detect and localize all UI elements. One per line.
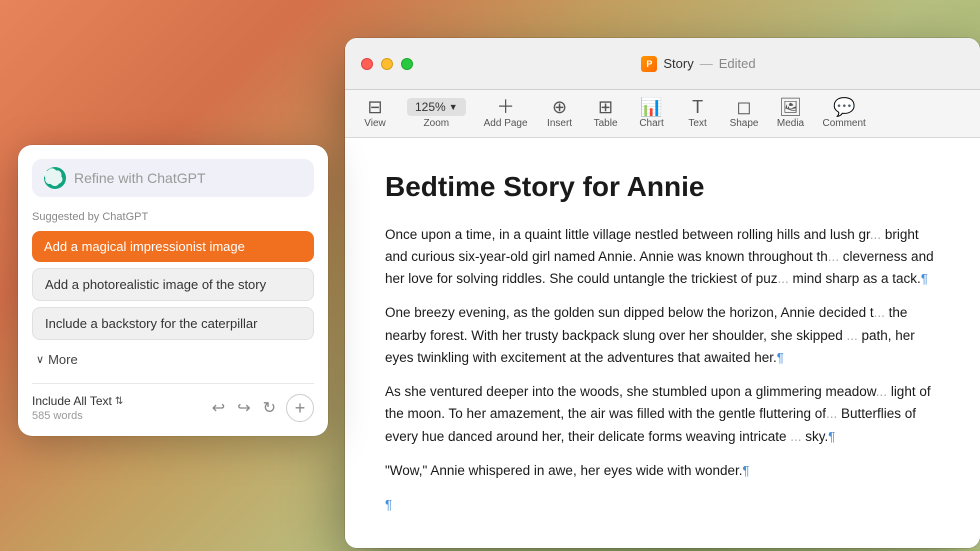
toolbar-comment[interactable]: 💬 Comment	[814, 94, 873, 133]
comment-label: Comment	[822, 118, 865, 129]
table-label: Table	[594, 118, 618, 129]
chatgpt-search-bar[interactable]: Refine with ChatGPT	[32, 159, 314, 197]
suggestion-3-text: Include a backstory for the caterpillar	[45, 316, 257, 331]
toolbar-text[interactable]: T Text	[676, 94, 720, 133]
media-label: Media	[777, 118, 804, 129]
chatgpt-panel: Refine with ChatGPT Suggested by ChatGPT…	[18, 145, 328, 436]
window-status: Edited	[719, 56, 756, 71]
pages-window: P Story — Edited ⊟ View 125% ▼ Zoom ＋ Ad…	[345, 38, 980, 548]
close-button[interactable]	[361, 58, 373, 70]
include-label: Include All Text	[32, 394, 112, 408]
paragraph-1: Once upon a time, in a quaint little vil…	[385, 224, 940, 291]
suggestion-2[interactable]: Add a photorealistic image of the story	[32, 268, 314, 301]
zoom-label: Zoom	[424, 118, 450, 129]
panel-footer: Include All Text ⇅ 585 words ↩ ↪ ↻ +	[32, 383, 314, 422]
document-title: Bedtime Story for Annie	[385, 170, 940, 204]
toolbar-add-page[interactable]: ＋ Add Page	[476, 94, 536, 133]
shape-icon: ◻	[737, 98, 752, 116]
title-bar: P Story — Edited	[345, 38, 980, 90]
add-page-label: Add Page	[484, 118, 528, 129]
include-sort-icon: ⇅	[115, 396, 123, 407]
word-count: 585 words	[32, 410, 123, 422]
traffic-lights	[361, 58, 413, 70]
text-label: Text	[688, 118, 706, 129]
toolbar-zoom[interactable]: 125% ▼ Zoom	[399, 94, 474, 133]
title-area: P Story — Edited	[433, 56, 964, 72]
view-icon: ⊟	[367, 98, 382, 116]
suggestion-3[interactable]: Include a backstory for the caterpillar	[32, 307, 314, 340]
chart-label: Chart	[639, 118, 663, 129]
document-content: Bedtime Story for Annie Once upon a time…	[345, 138, 980, 548]
media-icon: 🖼	[779, 98, 802, 116]
suggestion-1[interactable]: Add a magical impressionist image	[32, 231, 314, 262]
comment-icon: 💬	[833, 98, 855, 116]
insert-icon: ⊕	[552, 98, 567, 116]
more-button[interactable]: ∨ More	[32, 346, 314, 373]
toolbar-insert[interactable]: ⊕ Insert	[538, 94, 582, 133]
toolbar-shape[interactable]: ◻ Shape	[722, 94, 767, 133]
toolbar: ⊟ View 125% ▼ Zoom ＋ Add Page ⊕ Insert ⊞…	[345, 90, 980, 138]
toolbar-chart[interactable]: 📊 Chart	[630, 94, 674, 133]
suggestion-2-text: Add a photorealistic image of the story	[45, 277, 266, 292]
footer-left: Include All Text ⇅ 585 words	[32, 394, 123, 422]
pages-app-icon: P	[641, 56, 657, 72]
title-separator: —	[700, 56, 713, 71]
redo-button[interactable]: ↪	[235, 396, 252, 420]
undo-button[interactable]: ↩	[210, 396, 227, 420]
add-button[interactable]: +	[286, 394, 314, 422]
pages-icon-letter: P	[646, 59, 652, 69]
more-label: More	[48, 352, 78, 367]
maximize-button[interactable]	[401, 58, 413, 70]
window-title: Story	[663, 56, 693, 71]
suggestion-1-text: Add a magical impressionist image	[44, 239, 245, 254]
paragraph-2: One breezy evening, as the golden sun di…	[385, 302, 940, 369]
chart-icon: 📊	[640, 98, 662, 116]
insert-label: Insert	[547, 118, 572, 129]
add-page-icon: ＋	[497, 98, 515, 116]
toolbar-view[interactable]: ⊟ View	[353, 94, 397, 133]
chatgpt-search-placeholder[interactable]: Refine with ChatGPT	[74, 170, 206, 186]
toolbar-table[interactable]: ⊞ Table	[584, 94, 628, 133]
zoom-chevron: ▼	[449, 102, 458, 112]
document-body: Once upon a time, in a quaint little vil…	[385, 224, 940, 517]
footer-actions: ↩ ↪ ↻ +	[210, 394, 314, 422]
text-icon: T	[692, 98, 703, 116]
include-text-button[interactable]: Include All Text ⇅	[32, 394, 123, 408]
shape-label: Shape	[730, 118, 759, 129]
table-icon: ⊞	[598, 98, 613, 116]
suggested-by-label: Suggested by ChatGPT	[32, 211, 314, 223]
view-label: View	[364, 118, 386, 129]
paragraph-4: "Wow," Annie whispered in awe, her eyes …	[385, 460, 940, 482]
toolbar-media[interactable]: 🖼 Media	[768, 94, 812, 133]
minimize-button[interactable]	[381, 58, 393, 70]
more-chevron-icon: ∨	[36, 353, 44, 366]
zoom-button[interactable]: 125% ▼	[407, 98, 466, 116]
zoom-value: 125%	[415, 100, 446, 114]
add-icon: +	[295, 398, 306, 419]
paragraph-3: As she ventured deeper into the woods, s…	[385, 381, 940, 448]
chatgpt-logo-icon	[44, 167, 66, 189]
refresh-button[interactable]: ↻	[261, 396, 278, 420]
paragraph-5: ¶	[385, 494, 940, 516]
